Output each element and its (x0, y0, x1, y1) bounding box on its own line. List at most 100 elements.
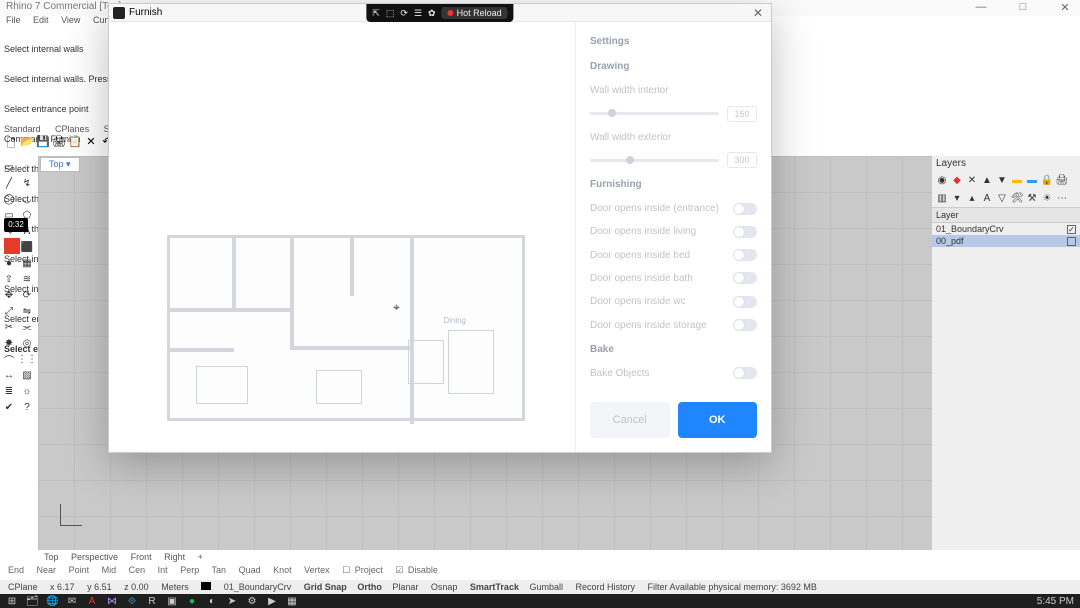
opts-icon[interactable]: ⋯ (1056, 192, 1068, 204)
box-icon[interactable]: ⬛ (20, 240, 34, 254)
funnel-icon[interactable]: ▽ (996, 192, 1008, 204)
layer-visible-checkbox[interactable]: ✓ (1067, 225, 1076, 234)
trim-icon[interactable]: ✂ (2, 320, 16, 334)
wall-int-value[interactable]: 150 (727, 106, 757, 122)
layer-lock-icon[interactable]: 🔒 (1041, 174, 1053, 186)
status-layer[interactable]: 01_BoundaryCrv (224, 582, 292, 592)
new-icon[interactable]: 🗋 (4, 135, 18, 149)
delete-icon[interactable]: ✕ (84, 135, 98, 149)
layer-row-pdf[interactable]: 00_pdf (932, 235, 1080, 247)
osnap-tan[interactable]: Tan (212, 565, 227, 575)
ok-button[interactable]: OK (678, 402, 758, 438)
toggle-smarttrack[interactable]: SmartTrack (470, 582, 519, 592)
dev-icon[interactable]: ✿ (428, 8, 436, 19)
toggle-gumball[interactable]: Gumball (529, 582, 563, 592)
gh-icon[interactable]: ◐ (206, 596, 218, 607)
cancel-button[interactable]: Cancel (590, 402, 670, 438)
sw5-toggle[interactable] (733, 296, 757, 308)
sw2-toggle[interactable] (733, 226, 757, 238)
toggle-rechist[interactable]: Record History (576, 582, 636, 592)
offset-icon[interactable]: ◎ (20, 336, 34, 350)
vtab-right[interactable]: Right (164, 552, 185, 562)
hammer-icon[interactable]: ⚒ (1026, 192, 1038, 204)
layer-mat-icon[interactable]: ▬ (1026, 174, 1038, 186)
hot-reload-button[interactable]: Hot Reload (442, 7, 508, 19)
dev-icon[interactable]: ⟳ (400, 8, 408, 19)
paste-icon[interactable]: 📋 (68, 135, 82, 149)
mesh-icon[interactable]: ▦ (20, 256, 34, 270)
sphere-icon[interactable]: ● (2, 256, 16, 270)
vtab-top[interactable]: Top (44, 552, 59, 562)
settings-icon[interactable]: ⚙ (246, 596, 258, 607)
expand-icon[interactable]: ▾ (951, 192, 963, 204)
arc-icon[interactable]: ◡ (20, 192, 34, 206)
vs-icon[interactable]: ⋈ (106, 596, 118, 607)
delete-layer-icon[interactable]: ✕ (966, 174, 978, 186)
osnap-near[interactable]: Near (37, 565, 57, 575)
toggle-osnap[interactable]: Osnap (431, 582, 458, 592)
mirror-icon[interactable]: ⇋ (20, 304, 34, 318)
extrude-icon[interactable]: ⇧ (2, 272, 16, 286)
osnap-project[interactable]: Project (355, 565, 383, 575)
vtab-front[interactable]: Front (131, 552, 152, 562)
tab-cplanes[interactable]: CPlanes (55, 124, 89, 134)
toggle-gridsnap[interactable]: Grid Snap (304, 582, 347, 592)
filter-icon[interactable]: ▥ (936, 192, 948, 204)
bake-toggle[interactable] (733, 367, 757, 379)
dialog-close-button[interactable]: ✕ (749, 6, 767, 20)
print-icon[interactable]: 🖨 (52, 135, 66, 149)
osnap-cen[interactable]: Cen (129, 565, 146, 575)
layer-color-icon[interactable]: ▬ (1011, 174, 1023, 186)
app-a-icon[interactable]: A (86, 596, 98, 607)
sort-icon[interactable]: A (981, 192, 993, 204)
light-icon[interactable]: ☀ (1041, 192, 1053, 204)
sw3-toggle[interactable] (733, 249, 757, 261)
window-maximize-button[interactable]: □ (1010, 1, 1036, 14)
move-down-icon[interactable]: ▼ (996, 174, 1008, 186)
tab-standard[interactable]: Standard (4, 124, 41, 134)
osnap-project-checkbox[interactable]: ☐ (342, 565, 350, 575)
dev-icon[interactable]: ☰ (414, 8, 422, 19)
start-icon[interactable]: ⊞ (6, 596, 18, 607)
new-layer-icon[interactable]: ◉ (936, 174, 948, 186)
fillet-icon[interactable]: ⌒ (2, 352, 16, 366)
mail-icon[interactable]: ✉ (66, 596, 78, 607)
open-icon[interactable]: 📂 (20, 135, 34, 149)
line-icon[interactable]: ╱ (2, 176, 16, 190)
sw6-toggle[interactable] (733, 319, 757, 331)
window-minimize-button[interactable]: — (968, 1, 994, 14)
osnap-knot[interactable]: Knot (273, 565, 292, 575)
rhino-icon[interactable]: R (146, 596, 158, 607)
pointer-icon[interactable]: ▭ (2, 160, 16, 174)
vtab-add[interactable]: + (198, 552, 203, 562)
scale-icon[interactable]: ⤢ (2, 304, 16, 318)
array-icon[interactable]: ⋮⋮ (20, 352, 34, 366)
dim-icon[interactable]: ↔ (2, 368, 16, 382)
collapse-icon[interactable]: ▴ (966, 192, 978, 204)
render-icon[interactable]: ☼ (20, 384, 34, 398)
help-icon[interactable]: ? (20, 400, 34, 414)
layer-icon[interactable]: ≣ (2, 384, 16, 398)
layer-print-icon[interactable]: 🖨 (1056, 174, 1068, 186)
code-icon[interactable]: ⟐ (126, 596, 138, 607)
move-up-icon[interactable]: ▲ (981, 174, 993, 186)
osnap-end[interactable]: End (8, 565, 24, 575)
floorplan-canvas[interactable]: Dining ⌖ (109, 22, 575, 452)
terminal-icon[interactable]: ▣ (166, 596, 178, 607)
vtab-perspective[interactable]: Perspective (71, 552, 118, 562)
osnap-int[interactable]: Int (158, 565, 168, 575)
osnap-disable-checkbox[interactable]: ☑ (395, 565, 403, 575)
dev-icon[interactable]: ⇱ (372, 8, 380, 19)
misc-icon[interactable]: ▦ (286, 596, 298, 607)
viewport-tab-top[interactable]: Top ▾ (40, 157, 80, 172)
sw4-toggle[interactable] (733, 272, 757, 284)
save-icon[interactable]: 💾 (36, 135, 50, 149)
edge-icon[interactable]: 🌐 (46, 596, 58, 607)
dev-icon[interactable]: ⬚ (386, 8, 395, 19)
window-close-button[interactable]: ✕ (1052, 1, 1078, 14)
osnap-point[interactable]: Point (69, 565, 90, 575)
tools-icon[interactable]: 🛠 (1011, 192, 1023, 204)
osnap-quad[interactable]: Quad (239, 565, 261, 575)
ptr-icon[interactable]: ➤ (226, 596, 238, 607)
osnap-disable[interactable]: Disable (408, 565, 438, 575)
